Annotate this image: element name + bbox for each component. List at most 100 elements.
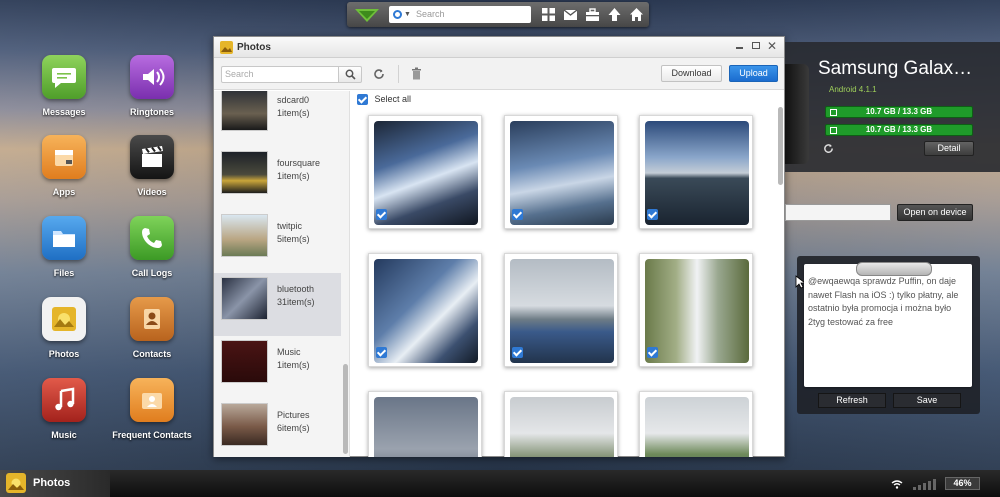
album-list: sdcard0 1item(s) foursquare 1item(s) twi… xyxy=(214,91,350,457)
photo-thumbnail[interactable] xyxy=(504,115,618,229)
app-label: Call Logs xyxy=(131,268,173,278)
files-icon[interactable] xyxy=(42,216,86,260)
album-item-twitpic[interactable]: twitpic 5item(s) xyxy=(214,210,341,273)
mouse-cursor-icon xyxy=(795,275,804,289)
album-thumbnail xyxy=(221,277,268,320)
global-search-input[interactable]: ▼ Search xyxy=(389,6,531,23)
minimize-icon[interactable] xyxy=(736,47,743,49)
apps-icon[interactable] xyxy=(42,135,86,179)
home-icon[interactable] xyxy=(629,7,644,22)
grid-icon[interactable] xyxy=(541,7,556,22)
album-item-bluetooth[interactable]: bluetooth 31item(s) xyxy=(214,273,341,336)
ringtones-icon[interactable] xyxy=(130,55,174,99)
album-count: 5item(s) xyxy=(277,234,310,244)
photos-icon xyxy=(6,473,26,493)
upload-button[interactable]: Upload xyxy=(729,65,778,82)
window-title: Photos xyxy=(237,42,271,53)
app-label: Contacts xyxy=(132,349,172,359)
call-logs-icon[interactable] xyxy=(130,216,174,260)
url-input[interactable] xyxy=(785,204,891,221)
close-icon[interactable]: ✕ xyxy=(767,39,777,53)
note-paper[interactable]: @ewqaewqa sprawdz Puffin, on daje nawet … xyxy=(804,262,972,387)
app-label: Music xyxy=(51,430,77,440)
checkbox-checked-icon[interactable] xyxy=(376,347,387,358)
toolbox-icon[interactable] xyxy=(585,7,600,22)
window-titlebar[interactable]: Photos ✕ xyxy=(214,37,784,58)
save-button[interactable]: Save xyxy=(893,393,961,408)
album-item-music[interactable]: Music 1item(s) xyxy=(214,336,341,399)
maximize-icon[interactable] xyxy=(752,42,760,49)
messages-icon[interactable] xyxy=(42,55,86,99)
photos-window: Photos ✕ Search Download Upload sdcard0 … xyxy=(213,36,785,457)
videos-icon[interactable] xyxy=(130,135,174,179)
top-toolbar: ▼ Search xyxy=(347,2,649,27)
sidebar-scrollbar[interactable] xyxy=(343,364,348,454)
battery-indicator: 46% xyxy=(945,477,980,490)
open-on-device-button[interactable]: Open on device xyxy=(897,204,973,221)
airdroid-logo-icon[interactable] xyxy=(351,4,383,25)
detail-button[interactable]: Detail xyxy=(924,141,974,156)
photos-app-icon xyxy=(220,41,233,54)
photo-thumbnail[interactable] xyxy=(368,391,482,457)
album-thumbnail xyxy=(221,340,268,383)
album-name: Pictures xyxy=(277,410,310,420)
trash-icon[interactable] xyxy=(411,67,422,80)
photo-thumbnail[interactable] xyxy=(504,253,618,367)
device-os: Android 4.1.1 xyxy=(829,85,877,94)
photos-search-input[interactable]: Search xyxy=(221,66,339,83)
search-button[interactable] xyxy=(338,66,362,83)
photos-toolbar: Search Download Upload xyxy=(214,58,784,90)
contacts-icon[interactable] xyxy=(130,297,174,341)
checkbox-checked-icon[interactable] xyxy=(512,347,523,358)
checkbox-checked-icon[interactable] xyxy=(357,94,368,106)
app-label: Messages xyxy=(42,107,86,117)
upload-arrow-icon[interactable] xyxy=(607,7,622,22)
checkbox-checked-icon[interactable] xyxy=(647,347,658,358)
internal-storage-bar: 10.7 GB / 13.3 GB xyxy=(825,106,973,118)
album-item-foursquare[interactable]: foursquare 1item(s) xyxy=(214,147,341,210)
photo-thumbnail[interactable] xyxy=(504,391,618,457)
taskbar-item-photos[interactable]: Photos xyxy=(0,470,110,497)
album-count: 1item(s) xyxy=(277,171,310,181)
sdcard-icon xyxy=(830,127,837,134)
storage-text: 10.7 GB / 13.3 GB xyxy=(865,125,933,134)
album-count: 31item(s) xyxy=(277,297,315,307)
checkbox-checked-icon[interactable] xyxy=(647,209,658,220)
app-label: Ringtones xyxy=(130,107,174,117)
note-text[interactable]: @ewqaewqa sprawdz Puffin, on daje nawet … xyxy=(808,275,970,329)
frequent-contacts-icon[interactable] xyxy=(130,378,174,422)
photo-thumbnail[interactable] xyxy=(639,115,753,229)
storage-text: 10.7 GB / 13.3 GB xyxy=(865,107,933,116)
photo-thumbnail[interactable] xyxy=(639,253,753,367)
device-name: Samsung Galax… xyxy=(818,58,973,79)
photos-icon[interactable] xyxy=(42,297,86,341)
search-engine-icon[interactable] xyxy=(393,10,402,19)
mail-icon[interactable] xyxy=(563,7,578,22)
app-label: Frequent Contacts xyxy=(112,430,192,440)
refresh-icon[interactable] xyxy=(823,143,834,154)
chevron-down-icon[interactable]: ▼ xyxy=(404,6,411,23)
download-button[interactable]: Download xyxy=(661,65,722,82)
music-icon[interactable] xyxy=(42,378,86,422)
album-item-sdcard0[interactable]: sdcard0 1item(s) xyxy=(214,91,341,147)
select-all-label: Select all xyxy=(374,94,412,104)
album-name: twitpic xyxy=(277,221,303,231)
photo-thumbnail[interactable] xyxy=(368,115,482,229)
album-item-pictures[interactable]: Pictures 6item(s) xyxy=(214,399,341,457)
album-count: 1item(s) xyxy=(277,360,310,370)
album-thumbnail xyxy=(221,403,268,446)
search-icon xyxy=(345,69,356,80)
album-thumbnail xyxy=(221,151,268,194)
select-all-checkbox[interactable]: Select all xyxy=(357,93,412,106)
refresh-button[interactable]: Refresh xyxy=(818,393,886,408)
checkbox-checked-icon[interactable] xyxy=(376,209,387,220)
photo-thumbnail[interactable] xyxy=(368,253,482,367)
checkbox-checked-icon[interactable] xyxy=(512,209,523,220)
taskbar-label: Photos xyxy=(33,477,71,489)
photo-grid xyxy=(351,106,776,457)
refresh-icon[interactable] xyxy=(373,68,385,80)
album-name: Music xyxy=(277,347,301,357)
photo-thumbnail[interactable] xyxy=(639,391,753,457)
grid-scrollbar[interactable] xyxy=(778,107,783,185)
signal-icon xyxy=(913,479,936,490)
